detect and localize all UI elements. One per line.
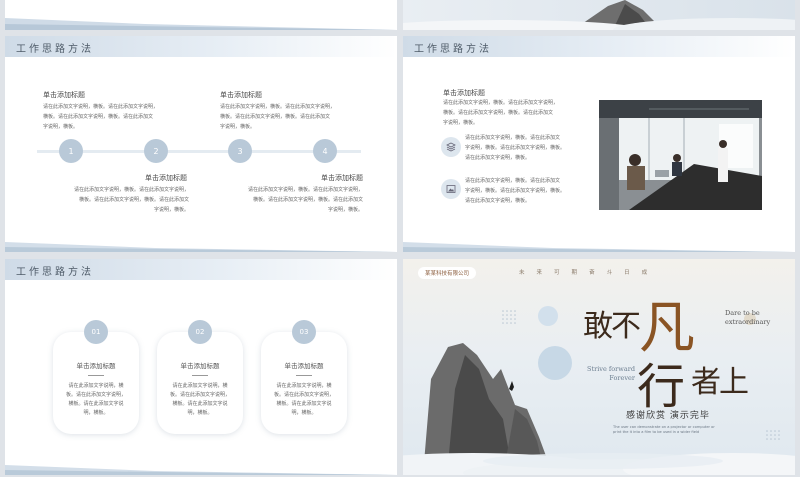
slide-photo[interactable]: 工作思路方法 单击添加标题 请在此添加文字说明，横板。请在此添加文字说明， 横板。…	[403, 36, 795, 252]
info-card-1: 01 单击添加标题 请在此添加文字说明，横 板。请在此添加文字说明， 横板。请在此添…	[53, 320, 139, 434]
card-body: 请在此添加文字说明，横 板。请在此添加文字说明， 横板。请在此添加文字说 明，横板。	[273, 383, 334, 416]
step-circle-3: 3	[228, 139, 252, 163]
step-title-3: 单击添加标题	[145, 174, 187, 182]
step-circle-4: 4	[313, 139, 337, 163]
slide-header: 工作思路方法	[403, 36, 795, 57]
footer-wave	[5, 242, 397, 252]
step-title-1: 单击添加标题	[43, 91, 85, 99]
card-divider	[88, 375, 104, 376]
photo-slide-title: 单击添加标题	[443, 89, 485, 97]
footer-wave	[5, 465, 397, 475]
slide-title: 工作思路方法	[414, 44, 492, 55]
step-body-4: 请在此添加文字说明，横板。请在此添加文字说明， 横板。请在此添加文字说明，横板。请…	[247, 187, 363, 213]
slide-header: 工作思路方法	[5, 259, 397, 280]
office-meeting-photo	[599, 100, 762, 210]
card-number-badge: 03	[292, 320, 316, 344]
dare-text: Dare to be extraordinary	[725, 309, 771, 326]
card-title: 单击添加标题	[76, 362, 116, 370]
feature-text-1: 请在此添加文字说明，横板。请在此添加文 字说明，横板。请在此添加文字说明，横板。请…	[465, 135, 566, 161]
company-badge: 某某科技有限公司	[418, 267, 477, 279]
slide-closing[interactable]: 某某科技有限公司 未来可期奋斗日成 敢不 凡 行 者上 Dare to be ex…	[403, 259, 795, 475]
step-circle-1: 1	[59, 139, 83, 163]
step-body-3: 请在此添加文字说明，横板。请在此添加文字说明， 横板。请在此添加文字说明，横板。请…	[73, 187, 189, 213]
step-circle-2: 2	[144, 139, 168, 163]
main-title-big-xing: 行	[637, 359, 686, 415]
card-title: 单击添加标题	[284, 362, 324, 370]
strive-text: Strive forward Forever	[587, 365, 635, 382]
step-title-4: 单击添加标题	[321, 174, 363, 182]
card-number-badge: 01	[84, 320, 108, 344]
image-icon	[441, 179, 461, 199]
small-english-text: The user can demonstrate on a projector …	[613, 425, 715, 434]
slide-cards[interactable]: 工作思路方法 01 单击添加标题 请在此添加文字说明，横 板。请在此添加文字说明，…	[5, 259, 397, 475]
layers-icon	[441, 137, 461, 157]
thanks-text: 感谢欣赏 演示完毕	[626, 411, 710, 421]
slide-header: 工作思路方法	[5, 36, 397, 57]
main-title-left: 敢不	[583, 309, 641, 344]
step-body-2: 请在此添加文字说明，横板。请在此添加文字说明， 横板。请在此添加文字说明，横板。请…	[220, 104, 336, 130]
main-title-right: 者上	[691, 365, 749, 400]
slide-timeline[interactable]: 工作思路方法 单击添加标题 请在此添加文字说明，横板。请在此添加文字说明， 横板。…	[5, 36, 397, 252]
step-body-1: 请在此添加文字说明，横板。请在此添加文字说明， 横板。请在此添加文字说明，横板。请…	[43, 104, 159, 130]
info-card-3: 03 单击添加标题 请在此添加文字说明，横 板。请在此添加文字说明， 横板。请在此添…	[261, 320, 347, 434]
photo-slide-body: 请在此添加文字说明，横板。请在此添加文字说明， 横板。请在此添加文字说明，横板。请…	[443, 100, 559, 126]
footer-wave	[403, 242, 795, 252]
climber-figure	[509, 381, 514, 391]
slide-title: 工作思路方法	[16, 44, 94, 55]
card-divider	[192, 375, 208, 376]
feature-text-2: 请在此添加文字说明，横板。请在此添加文 字说明，横板。请在此添加文字说明，横板。请…	[465, 178, 566, 204]
step-title-2: 单击添加标题	[220, 91, 262, 99]
top-right-slide-remnant[interactable]	[403, 0, 795, 30]
info-card-2: 02 单击添加标题 请在此添加文字说明，横 板。请在此添加文字说明， 横板。请在此添…	[157, 320, 243, 434]
tagline: 未来可期奋斗日成	[519, 270, 660, 276]
card-body: 请在此添加文字说明，横 板。请在此添加文字说明， 横板。请在此添加文字说 明，横板。	[65, 383, 126, 416]
card-body: 请在此添加文字说明，横 板。请在此添加文字说明， 横板。请在此添加文字说 明，横板。	[169, 383, 230, 416]
footer-wave	[5, 18, 397, 30]
top-left-slide-remnant[interactable]	[5, 0, 397, 30]
card-divider	[296, 375, 312, 376]
slide-title: 工作思路方法	[16, 267, 94, 278]
card-title: 单击添加标题	[180, 362, 220, 370]
mountain-image	[403, 0, 795, 30]
card-number-badge: 02	[188, 320, 212, 344]
